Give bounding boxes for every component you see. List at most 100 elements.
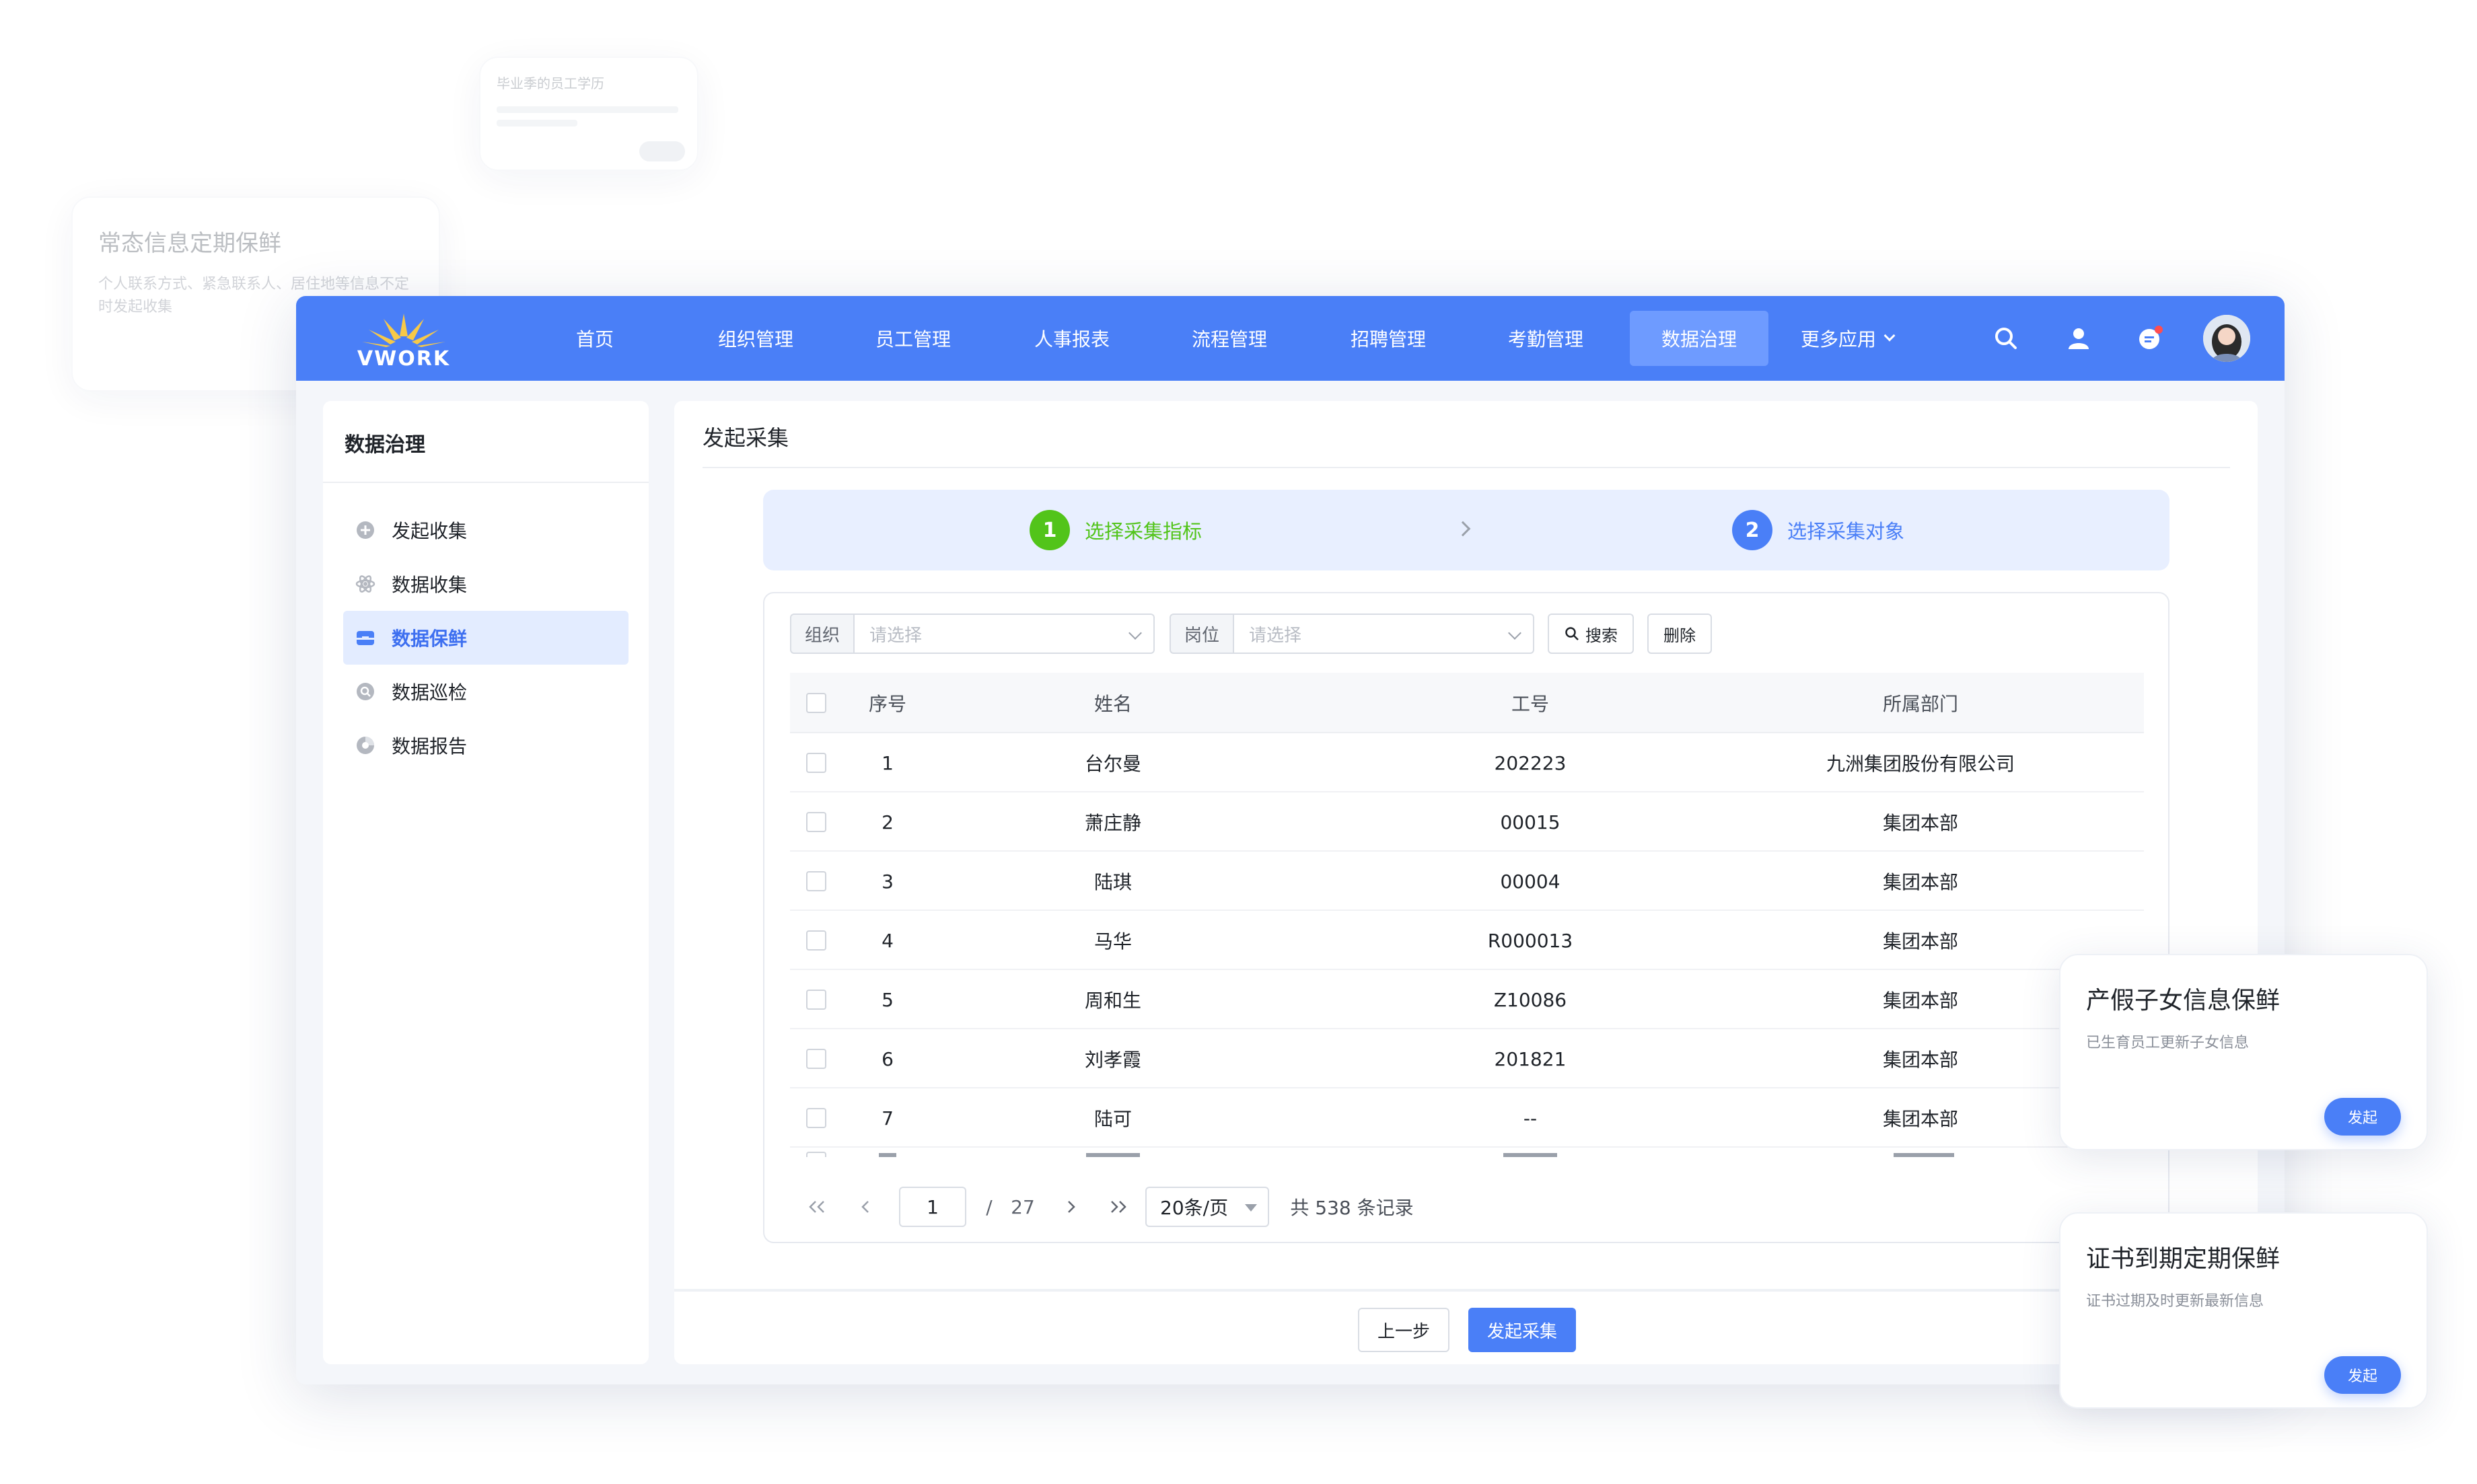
footer-divider [674,1289,2258,1292]
cell-index: 3 [882,870,894,893]
double-chevron-left-icon [809,1201,824,1213]
message-icon[interactable] [2133,322,2167,355]
table-row[interactable]: 3 陆琪 00004 集团本部 [790,852,2144,911]
selection-panel: 组织 请选择 岗位 请选择 搜索 删除 序号 姓名 工号 所属部门 1 台尔曼 … [763,592,2169,1243]
nav-process-management[interactable]: 流程管理 [1165,311,1293,366]
page-separator: / [986,1195,993,1218]
sidebar-item-label: 数据巡检 [392,681,468,704]
search-icon[interactable] [1989,322,2023,355]
prev-step-button[interactable]: 上一步 [1358,1308,1449,1352]
total-records: 共 538 条记录 [1290,1197,1414,1219]
sidebar-item-data-report[interactable]: 数据报告 [343,718,629,772]
table-row[interactable]: 4 马华 R000013 集团本部 [790,911,2144,970]
sidebar-item-label: 数据收集 [392,574,468,596]
table-row[interactable]: 1 台尔曼 202223 九洲集团股份有限公司 [790,733,2144,792]
delete-button[interactable]: 删除 [1647,614,1712,654]
post-select[interactable]: 请选择 [1234,614,1534,654]
page-input[interactable]: 1 [899,1187,966,1227]
submit-collection-button[interactable]: 发起采集 [1468,1308,1576,1352]
nav-hr-reports[interactable]: 人事报表 [1008,311,1136,366]
sidebar-item-data-inspection[interactable]: 数据巡检 [343,665,629,718]
next-page-button[interactable] [1051,1187,1091,1227]
table-row[interactable]: 2 萧庄静 00015 集团本部 [790,792,2144,852]
row-checkbox[interactable] [806,753,826,773]
page-title: 发起采集 [703,425,789,451]
nav-org-management[interactable]: 组织管理 [692,311,820,366]
sidebar-title: 数据治理 [345,433,425,457]
org-select[interactable]: 请选择 [855,614,1155,654]
step-1-number: 1 [1030,510,1070,550]
bg-card-routine-title: 常态信息定期保鲜 [98,230,281,257]
nav-attendance-management[interactable]: 考勤管理 [1482,311,1610,366]
table-row[interactable]: 5 周和生 Z10086 集团本部 [790,970,2144,1029]
row-checkbox[interactable] [806,812,826,832]
cell-index: 4 [882,929,894,952]
cell-employee-id: 202223 [1494,751,1567,774]
search-button-label: 搜索 [1585,626,1618,645]
nav-more-apps-label: 更多应用 [1800,328,1876,350]
row-checkbox[interactable] [806,871,826,891]
row-checkbox[interactable] [806,1049,826,1069]
table-row[interactable]: 6 刘孝霞 201821 集团本部 [790,1029,2144,1088]
table-header: 序号 姓名 工号 所属部门 [790,673,2144,733]
user-icon[interactable] [2062,322,2095,355]
sidebar-item-data-freshness[interactable]: 数据保鲜 [343,611,629,665]
sidebar-item-data-collection[interactable]: 数据收集 [343,557,629,611]
chevron-down-icon [1883,330,1896,342]
first-page-button[interactable] [797,1187,837,1227]
card-maternity-info: 产假子女信息保鲜 已生育员工更新子女信息 发起 [2059,954,2428,1150]
chevron-right-icon [1455,521,1471,537]
cell-index: 1 [882,751,894,774]
bg-card-graduation-desc-line [497,120,577,126]
cell-name: 周和生 [1084,990,1141,1012]
org-select-placeholder: 请选择 [869,625,923,646]
cell-name: 陆可 [1093,1108,1132,1130]
cell-name: 刘孝霞 [1084,1049,1141,1071]
cell-name: 陆琪 [1093,871,1132,893]
cell-name: 马华 [1093,930,1132,953]
cell-employee-id: 00015 [1500,811,1560,833]
step-2[interactable]: 2 选择采集对象 [1732,510,1904,550]
step-2-number: 2 [1732,510,1772,550]
vwork-logo[interactable]: VWORK [357,309,451,371]
card-certificate-launch-button[interactable]: 发起 [2324,1356,2401,1394]
step-1[interactable]: 1 选择采集指标 [1030,510,1202,550]
card-certificate-title: 证书到期定期保鲜 [2086,1245,2281,1273]
search-button[interactable]: 搜索 [1548,614,1634,654]
column-header-index: 序号 [868,693,906,715]
partial-cell [1503,1153,1557,1157]
nav-more-apps[interactable]: 更多应用 [1783,311,1911,366]
inbox-icon [355,628,375,648]
sun-logo-icon [362,313,445,347]
nav-data-governance[interactable]: 数据治理 [1630,311,1768,366]
nav-home[interactable]: 首页 [541,311,649,366]
sidebar-item-label: 发起收集 [392,520,468,542]
partial-cell [879,1153,896,1157]
step-1-label: 选择采集指标 [1085,520,1202,543]
page-size-select[interactable]: 20条/页 [1145,1187,1269,1227]
card-maternity-launch-button[interactable]: 发起 [2324,1098,2401,1136]
avatar[interactable] [2203,315,2250,362]
row-checkbox[interactable] [806,990,826,1010]
cell-department: 集团本部 [1882,871,1958,893]
row-checkbox[interactable] [806,1108,826,1128]
column-header-name: 姓名 [1093,693,1132,715]
step-2-label: 选择采集对象 [1787,520,1905,543]
caret-down-icon [1245,1204,1257,1212]
sidebar-item-initiate-collection[interactable]: 发起收集 [343,503,629,557]
card-maternity-title: 产假子女信息保鲜 [2086,987,2281,1014]
prev-page-button[interactable] [845,1187,886,1227]
bg-card-graduation-button [639,141,685,161]
row-checkbox[interactable] [806,930,826,951]
last-page-button[interactable] [1098,1187,1139,1227]
cell-employee-id: Z10086 [1493,988,1567,1011]
table-row[interactable]: 7 陆可 -- 集团本部 [790,1088,2144,1148]
post-select-placeholder: 请选择 [1249,625,1302,646]
search-circle-icon [355,681,375,702]
select-all-checkbox[interactable] [806,693,826,713]
sidebar-item-label: 数据报告 [392,735,468,757]
nav-employee-management[interactable]: 员工管理 [849,311,977,366]
bg-card-graduation-title: 毕业季的员工学历 [497,75,604,91]
nav-recruitment-management[interactable]: 招聘管理 [1324,311,1452,366]
app-window: VWORK 首页 组织管理 员工管理 人事报表 流程管理 招聘管理 考勤管理 数… [296,296,2285,1384]
